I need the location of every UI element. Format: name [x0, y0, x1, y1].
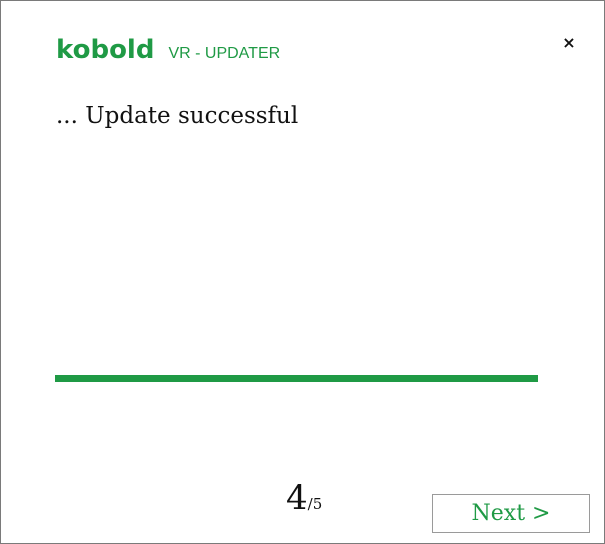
- status-message: ... Update successful: [56, 103, 299, 129]
- step-current: 4: [286, 478, 308, 518]
- close-icon[interactable]: ×: [560, 34, 578, 52]
- progress-bar-fill: [55, 375, 538, 382]
- kobold-logo: kobold: [56, 35, 155, 65]
- updater-window: kobold VR - UPDATER × ... Update success…: [0, 0, 605, 544]
- brand-header: kobold VR - UPDATER: [56, 35, 280, 65]
- next-button[interactable]: Next >: [432, 494, 590, 533]
- step-total: /5: [307, 495, 323, 513]
- product-name: VR - UPDATER: [168, 45, 281, 62]
- progress-bar: [55, 375, 538, 382]
- step-indicator: 4/5: [286, 478, 322, 518]
